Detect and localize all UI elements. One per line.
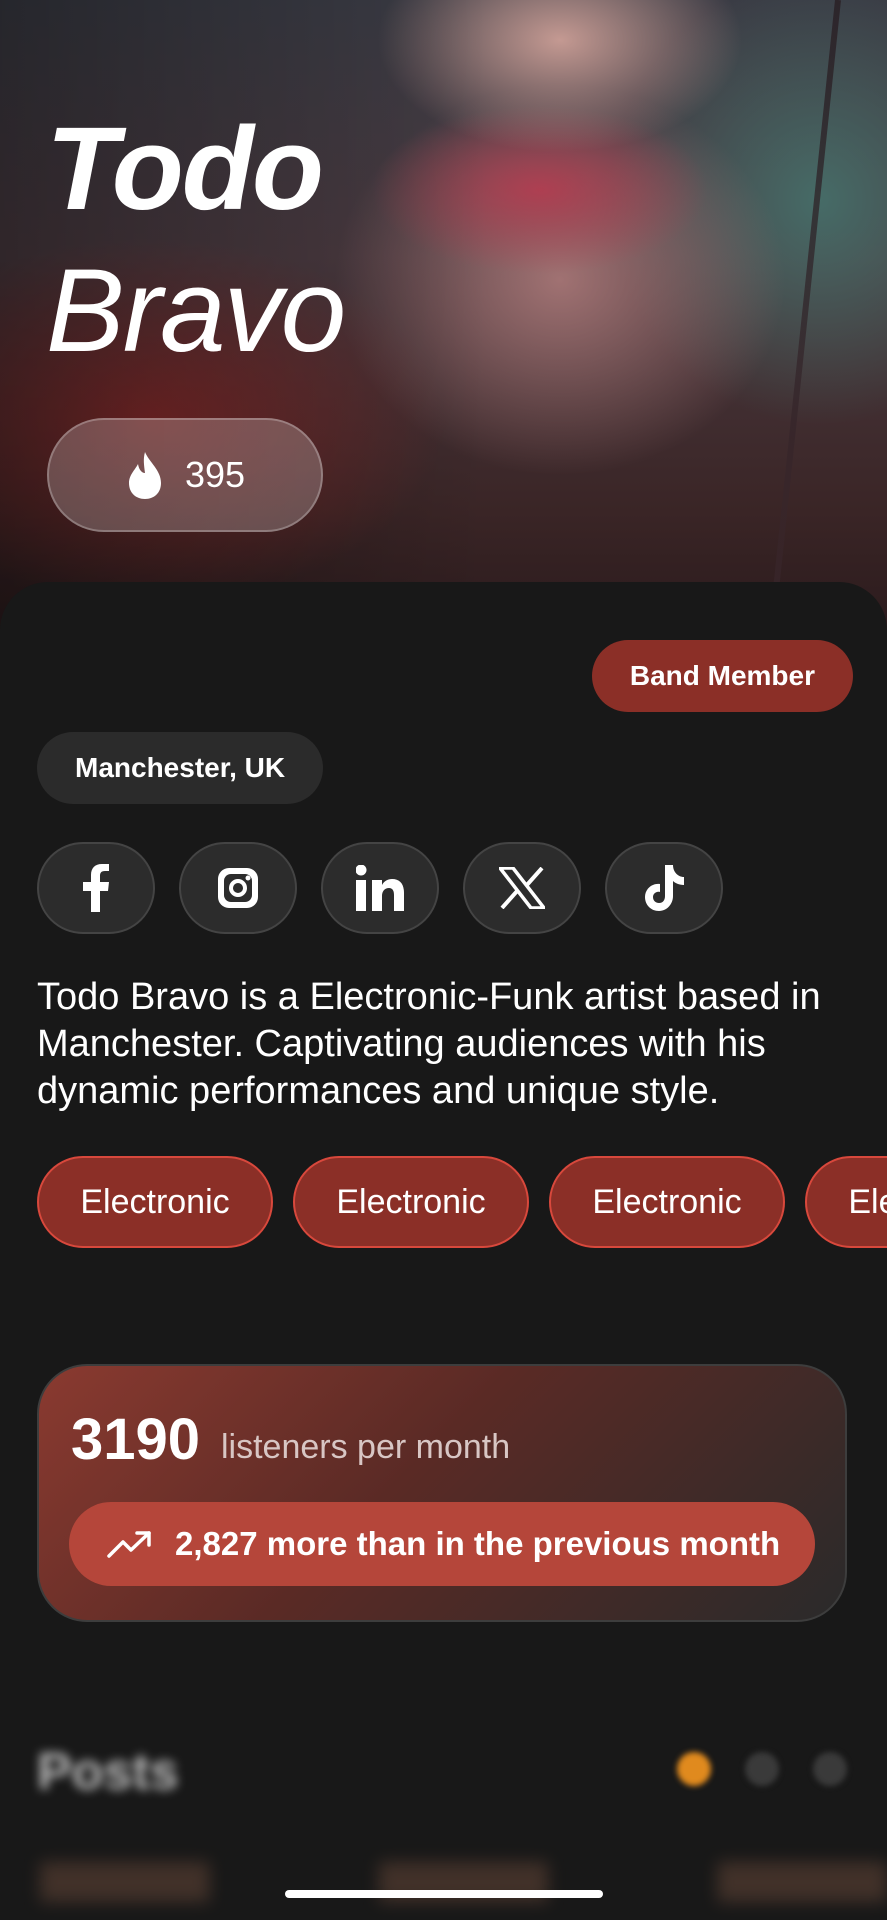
likes-button[interactable]: 395 [47,418,323,532]
posts-heading: Posts [37,1743,179,1801]
listeners-label: listeners per month [221,1428,511,1466]
genre-chip[interactable]: Electronic [805,1156,887,1248]
listeners-trend-badge: 2,827 more than in the previous month [69,1502,815,1586]
genre-list: Electronic Electronic Electronic Electro… [0,1156,887,1256]
trending-up-icon [107,1531,151,1558]
instagram-button[interactable] [179,842,297,934]
social-links [37,842,723,934]
artist-first-name: Todo [46,103,324,235]
linkedin-icon [356,865,404,911]
page-dot-active[interactable] [677,1752,711,1786]
artist-profile-card: Band Member Manchester, UK Todo Bravo is… [0,582,887,1920]
role-badge: Band Member [591,640,853,712]
page-dot[interactable] [745,1752,779,1786]
location-badge: Manchester, UK [37,732,324,804]
genre-chip[interactable]: Electronic [549,1156,785,1248]
tiktok-button[interactable] [605,842,723,934]
artist-bio: Todo Bravo is a Electronic-Funk artist b… [37,976,821,1112]
artist-last-name: Bravo [46,245,346,377]
home-indicator[interactable] [285,1890,603,1898]
genre-chip[interactable]: Electronic [37,1156,273,1248]
posts-pagination [677,1752,847,1786]
x-button[interactable] [463,842,581,934]
facebook-button[interactable] [37,842,155,934]
listeners-stats-card: 3190 listeners per month 2,827 more than… [37,1364,847,1622]
headphone-cable [768,0,841,637]
tiktok-icon [645,865,684,911]
page-dot[interactable] [813,1752,847,1786]
likes-count: 395 [184,454,246,495]
listeners-count: 3190 [71,1407,201,1472]
linkedin-button[interactable] [321,842,439,934]
flame-icon [128,452,161,499]
x-icon [499,867,545,909]
trend-text: 2,827 more than in the previous month [175,1525,781,1562]
instagram-icon [218,868,258,908]
genre-chip[interactable]: Electronic [293,1156,529,1248]
facebook-icon [83,864,109,912]
